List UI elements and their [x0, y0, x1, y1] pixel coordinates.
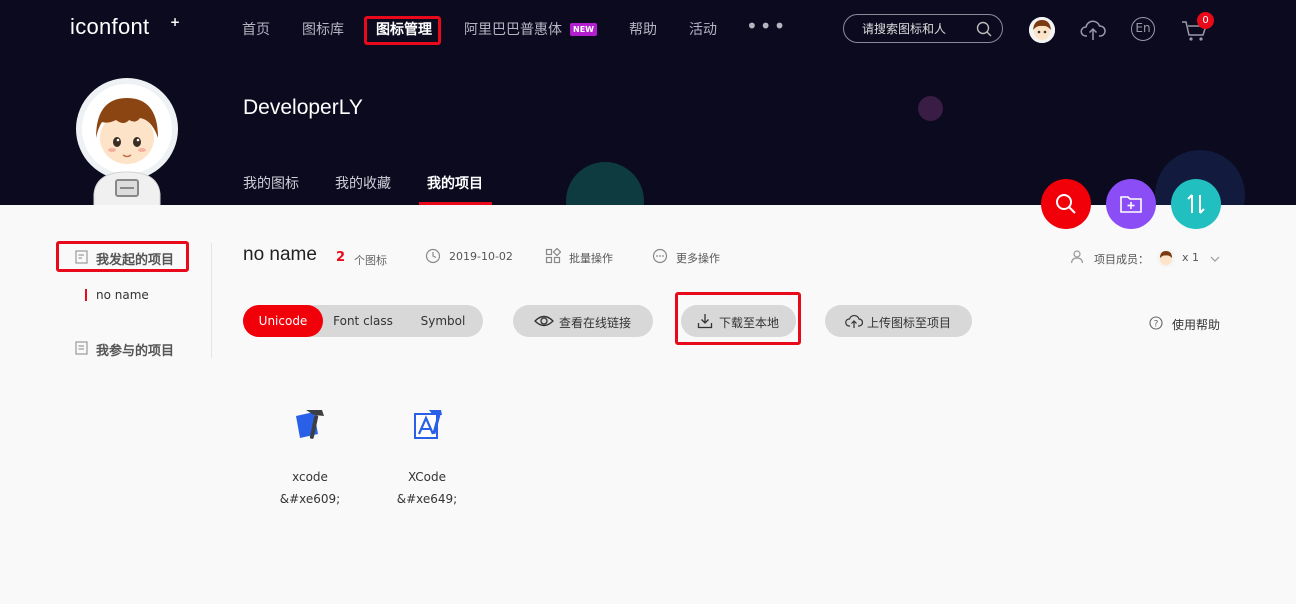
tab-my-projects[interactable]: 我的项目	[427, 173, 483, 193]
search-input[interactable]	[862, 21, 980, 37]
usage-help-label: 使用帮助	[1172, 318, 1221, 332]
more-circle-icon	[652, 248, 668, 264]
icon-code: &#xe609;	[279, 492, 341, 506]
question-circle-icon: ?	[1149, 316, 1163, 330]
upload-to-project-button[interactable]: 上传图标至项目	[825, 305, 972, 337]
upload-cloud-icon	[845, 315, 863, 328]
icon-name: XCode	[407, 470, 447, 484]
icon-card-xcode[interactable]: xcode &#xe609;	[245, 398, 375, 518]
doc-list-icon	[75, 341, 88, 355]
format-switcher: Unicode Font class Symbol	[243, 305, 483, 337]
logo-plus: +	[170, 15, 181, 29]
sort-arrows-icon	[1187, 194, 1205, 214]
grid-icon	[545, 248, 561, 264]
format-symbol-tab[interactable]: Symbol	[403, 305, 483, 337]
search-box[interactable]	[843, 14, 1003, 43]
view-online-link-label: 查看在线链接	[559, 316, 632, 330]
icon-card-xcode-2[interactable]: XCode &#xe649;	[362, 398, 492, 518]
nav-highlight-box	[364, 16, 441, 45]
member-avatar	[1157, 249, 1175, 267]
icon-code: &#xe649;	[396, 492, 458, 506]
nav-home[interactable]: 首页	[242, 19, 270, 39]
nav-alibaba-font[interactable]: 阿里巴巴普惠体	[464, 19, 562, 39]
nav-activity[interactable]: 活动	[689, 19, 717, 39]
download-highlight-box	[675, 292, 801, 345]
icon-count-unit: 个图标	[354, 254, 387, 267]
sidebar-divider	[211, 243, 212, 358]
user-avatar[interactable]	[1029, 17, 1055, 43]
project-title: no name	[243, 244, 317, 265]
header-hero: iconfont + 首页 图标库 图标管理 阿里巴巴普惠体 NEW 帮助 活动…	[0, 0, 1296, 205]
batch-operations-label: 批量操作	[569, 252, 613, 265]
new-badge: NEW	[570, 23, 597, 36]
active-tab-indicator	[419, 202, 492, 205]
decorative-dot	[918, 96, 943, 121]
clock-icon	[425, 248, 441, 264]
users-icon	[1070, 250, 1084, 264]
fab-sort-button[interactable]	[1171, 179, 1221, 229]
username: DeveloperLY	[243, 96, 363, 119]
icon-name: xcode	[292, 470, 328, 484]
active-project-marker	[85, 289, 87, 301]
more-operations-label: 更多操作	[676, 252, 720, 265]
upload-to-project-label: 上传图标至项目	[867, 316, 952, 330]
fab-new-project-button[interactable]	[1106, 179, 1156, 229]
format-fontclass-tab[interactable]: Font class	[323, 305, 403, 337]
folder-add-icon	[1120, 196, 1142, 213]
search-icon	[1056, 194, 1076, 214]
view-online-link-button[interactable]: 查看在线链接	[513, 305, 653, 337]
search-icon[interactable]	[976, 21, 992, 37]
xcode-blueprint-icon	[414, 410, 442, 439]
tab-my-icons[interactable]: 我的图标	[243, 173, 299, 193]
cart-count-badge: 0	[1197, 12, 1214, 29]
members-count: x 1	[1182, 251, 1200, 264]
nav-help[interactable]: 帮助	[629, 19, 657, 39]
sidebar-highlight-box	[56, 241, 189, 272]
tab-my-favorites[interactable]: 我的收藏	[335, 173, 391, 193]
icon-count: 2	[336, 250, 346, 265]
eye-icon	[534, 315, 554, 327]
language-en-icon[interactable]: En	[1131, 17, 1155, 41]
sidebar-project-label: no name	[96, 288, 149, 302]
nav-icon-library[interactable]: 图标库	[302, 19, 344, 39]
xcode-icon	[296, 410, 324, 439]
nav-more-icon[interactable]: •••	[746, 14, 787, 38]
sidebar-joined-label: 我参与的项目	[96, 344, 175, 359]
project-date-label: 2019-10-02	[449, 250, 513, 263]
members-label: 项目成员：	[1094, 253, 1149, 266]
profile-avatar[interactable]	[74, 76, 180, 205]
decorative-circle	[566, 162, 644, 205]
svg-text:?: ?	[1154, 320, 1159, 330]
chevron-down-icon[interactable]	[1210, 254, 1220, 264]
fab-search-button[interactable]	[1041, 179, 1091, 229]
logo[interactable]: iconfont	[70, 14, 149, 40]
format-unicode-tab[interactable]: Unicode	[243, 305, 323, 337]
avatar-face-icon	[1029, 17, 1055, 43]
upload-cloud-icon[interactable]	[1080, 17, 1106, 43]
